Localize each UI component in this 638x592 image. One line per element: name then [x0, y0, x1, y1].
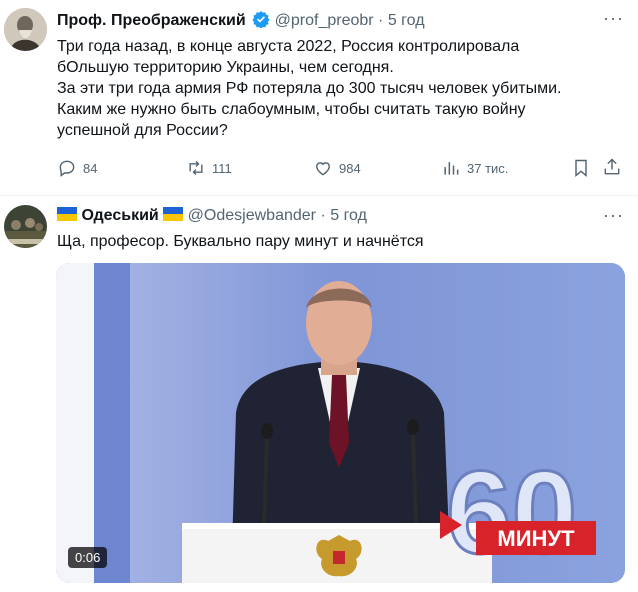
separator: ·: [378, 12, 384, 29]
tweet-line: За эти три года армия РФ потеряла до 300…: [57, 80, 562, 97]
timestamp[interactable]: 5 год: [388, 12, 425, 29]
video-player[interactable]: 60 МИНУТ 0:06: [56, 263, 625, 583]
video-duration-badge: 0:06: [68, 547, 108, 568]
ukraine-flag-icon: [163, 207, 184, 221]
views-button[interactable]: 37 тис.: [441, 158, 508, 178]
repost-count: 111: [212, 160, 232, 176]
tweet-text: Ща, професор. Буквально пару минут и нач…: [57, 233, 424, 250]
tweet-text: Три года назад, в конце августа 2022, Ро…: [57, 36, 561, 141]
heart-icon: [316, 162, 330, 176]
divider: [0, 195, 638, 196]
more-options-icon[interactable]: ···: [603, 8, 624, 29]
reply-count: 84: [83, 160, 98, 176]
overlay-number: 60: [446, 447, 577, 579]
author-name[interactable]: Проф. Преображенский: [57, 12, 246, 29]
bookmark-button[interactable]: [571, 158, 591, 178]
bookmark-icon: [575, 159, 587, 178]
like-button[interactable]: 984: [313, 158, 361, 178]
reply-button[interactable]: 84: [57, 158, 97, 178]
more-options-icon[interactable]: ···: [603, 205, 624, 226]
tweet-line: Каким же нужно быть слабоумным, чтобы сч…: [57, 101, 526, 118]
view-count: 37 тис.: [467, 160, 509, 176]
tweet-line: бОльшую территорию Украины, чем сегодня.: [57, 59, 394, 76]
overlay-label: МИНУТ: [497, 526, 575, 551]
avatar[interactable]: [4, 8, 47, 51]
tweet-line: успешной для России?: [57, 122, 228, 139]
analytics-icon: [444, 162, 459, 175]
author-handle[interactable]: @prof_preobr: [275, 12, 374, 29]
ukraine-flag-icon: [57, 207, 77, 221]
verified-badge-icon: [252, 11, 270, 29]
reply-icon: [59, 160, 75, 177]
author-name[interactable]: Одеський: [81, 207, 158, 224]
like-count: 984: [339, 160, 361, 176]
video-frame: 60 МИНУТ: [56, 263, 625, 583]
share-button[interactable]: [602, 157, 622, 177]
tweet-header: Одеський @Odesjewbander · 5 год: [57, 207, 367, 225]
repost-button[interactable]: 111: [186, 158, 232, 178]
share-icon: [604, 158, 620, 175]
timestamp[interactable]: 5 год: [330, 207, 367, 224]
repost-icon: [189, 160, 203, 176]
tweet-line: Три года назад, в конце августа 2022, Ро…: [57, 38, 520, 55]
avatar[interactable]: [4, 205, 47, 248]
tweet-header: Проф. Преображенский @prof_preobr · 5 го…: [57, 10, 425, 30]
author-handle[interactable]: @Odesjewbander: [188, 207, 316, 224]
separator: ·: [320, 207, 326, 224]
